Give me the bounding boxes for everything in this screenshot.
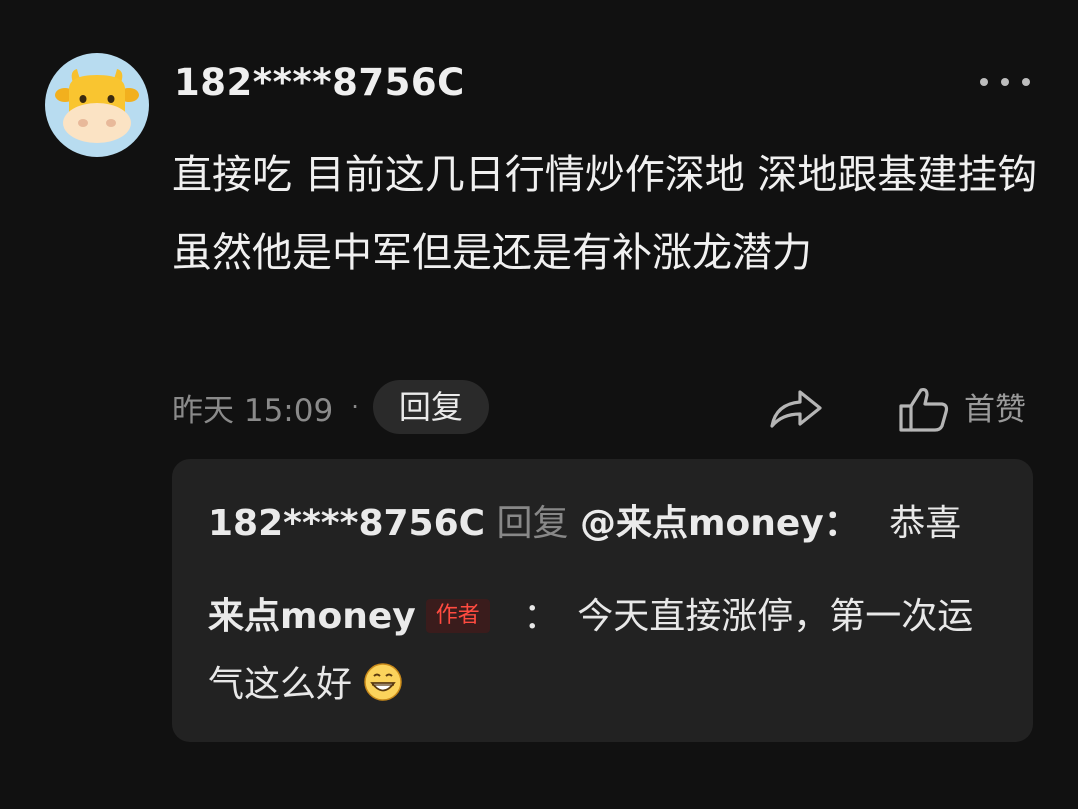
share-icon[interactable] <box>768 384 824 432</box>
author-badge: 作者 <box>425 599 490 633</box>
dot <box>1001 78 1009 86</box>
comment-meta: 昨天 15:09 · 回复 <box>172 380 489 434</box>
reply-verb: 回复 <box>496 503 569 544</box>
comment-page: 182****8756C 直接吃 目前这几日行情炒作深地 深地跟基建挂钩 虽然他… <box>0 0 1078 809</box>
avatar[interactable] <box>45 53 149 157</box>
grinning-face-icon <box>364 663 403 701</box>
reply-author[interactable]: 来点money <box>208 596 416 637</box>
reply-author[interactable]: 182****8756C <box>208 503 485 544</box>
meta-separator: · <box>351 393 359 421</box>
reply-item[interactable]: 182****8756C 回复 @来点money： 恭喜 <box>208 499 961 549</box>
reply-button[interactable]: 回复 <box>372 380 489 434</box>
comment-time: 昨天 15:09 <box>172 392 334 429</box>
reply-text: 恭喜 <box>889 503 962 544</box>
dot <box>980 78 988 86</box>
reply-target[interactable]: @来点money： <box>580 503 860 544</box>
more-options-icon[interactable] <box>980 70 1030 94</box>
comment-username[interactable]: 182****8756C <box>174 58 465 108</box>
dot <box>1022 78 1030 86</box>
reply-item[interactable]: 来点money 作者 ：今天直接涨停，第一次运气这么好 <box>208 583 1008 719</box>
like-label[interactable]: 首赞 <box>964 388 1026 432</box>
replies-box[interactable]: 182****8756C 回复 @来点money： 恭喜 来点money 作者 ：… <box>172 459 1033 742</box>
comment-text: 直接吃 目前这几日行情炒作深地 深地跟基建挂钩 虽然他是中军但是还是有补涨龙潜力 <box>172 152 1038 276</box>
cow-avatar-icon <box>55 69 139 143</box>
reply-colon: ： <box>523 596 560 637</box>
thumbs-up-icon[interactable] <box>898 384 950 434</box>
